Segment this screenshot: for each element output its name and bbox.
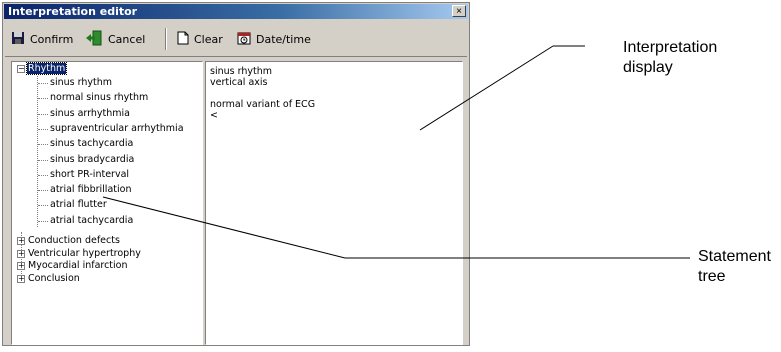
callout-line-2: display — [623, 59, 673, 76]
interpretation-display-callout: Interpretation display — [623, 38, 717, 78]
display-callout-line — [419, 45, 554, 131]
tree-callout-line — [102, 196, 346, 259]
statement-tree-callout: Statement tree — [698, 248, 771, 285]
callout-line-1: Interpretation — [623, 39, 718, 56]
